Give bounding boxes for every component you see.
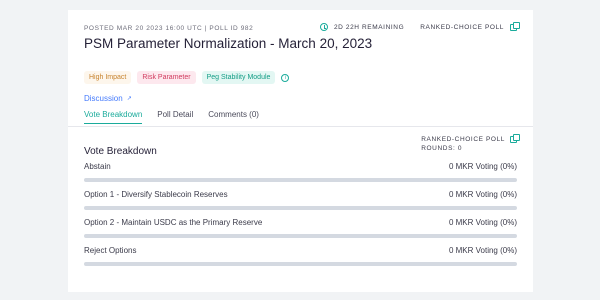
tag-list: High Impact Risk Parameter Peg Stability… bbox=[84, 71, 290, 84]
poll-card: POSTED MAR 20 2023 16:00 UTC | POLL ID 9… bbox=[68, 10, 533, 292]
option-label: Reject Options bbox=[84, 246, 137, 255]
time-remaining: 2D 22H REMAINING bbox=[333, 23, 405, 31]
breakdown-info-icon[interactable] bbox=[510, 134, 520, 143]
option-row-reject: Reject Options 0 MKR Voting (0%) bbox=[84, 246, 517, 266]
poll-meta: POSTED MAR 20 2023 16:00 UTC | POLL ID 9… bbox=[84, 25, 254, 32]
option-label: Option 2 - Maintain USDC as the Primary … bbox=[84, 218, 263, 227]
option-row-option-1: Option 1 - Diversify Stablecoin Reserves… bbox=[84, 190, 517, 210]
option-label: Abstain bbox=[84, 162, 111, 171]
poll-type-info-icon[interactable] bbox=[510, 21, 520, 31]
option-row-abstain: Abstain 0 MKR Voting (0%) bbox=[84, 162, 517, 182]
tab-bar: Vote Breakdown Poll Detail Comments (0) bbox=[84, 110, 259, 124]
poll-type-label: RANKED-CHOICE POLL bbox=[420, 23, 504, 31]
tag-peg-stability-module[interactable]: Peg Stability Module bbox=[201, 71, 276, 84]
option-label: Option 1 - Diversify Stablecoin Reserves bbox=[84, 190, 228, 199]
discussion-link[interactable]: Discussion ↗ bbox=[84, 94, 132, 103]
divider bbox=[68, 126, 533, 127]
option-value: 0 MKR Voting (0%) bbox=[448, 190, 517, 199]
option-progress-bar bbox=[84, 234, 517, 238]
option-value: 0 MKR Voting (0%) bbox=[448, 246, 517, 255]
rounds-count: ROUNDS: 0 bbox=[421, 145, 463, 152]
tab-vote-breakdown[interactable]: Vote Breakdown bbox=[84, 110, 143, 124]
vote-breakdown-meta: RANKED-CHOICE POLL ROUNDS: 0 bbox=[421, 134, 520, 152]
option-row-option-2: Option 2 - Maintain USDC as the Primary … bbox=[84, 218, 517, 238]
option-value: 0 MKR Voting (0%) bbox=[448, 218, 517, 227]
tab-poll-detail[interactable]: Poll Detail bbox=[157, 110, 193, 124]
tab-comments[interactable]: Comments (0) bbox=[208, 110, 259, 124]
vote-breakdown-title: Vote Breakdown bbox=[84, 146, 157, 157]
discussion-label: Discussion bbox=[84, 94, 123, 103]
option-progress-bar bbox=[84, 178, 517, 182]
option-value: 0 MKR Voting (0%) bbox=[448, 162, 517, 171]
info-icon[interactable]: i bbox=[281, 73, 290, 82]
poll-header: POSTED MAR 20 2023 16:00 UTC | POLL ID 9… bbox=[68, 10, 533, 124]
clock-icon bbox=[319, 23, 328, 31]
option-progress-bar bbox=[84, 262, 517, 266]
tag-risk-parameter[interactable]: Risk Parameter bbox=[137, 71, 196, 84]
external-link-icon: ↗ bbox=[126, 96, 132, 102]
tag-high-impact[interactable]: High Impact bbox=[84, 71, 132, 84]
option-progress-bar bbox=[84, 206, 517, 210]
breakdown-poll-type: RANKED-CHOICE POLL bbox=[421, 136, 505, 143]
page-title: PSM Parameter Normalization - March 20, … bbox=[84, 36, 373, 51]
poll-status: 2D 22H REMAINING RANKED-CHOICE POLL bbox=[319, 21, 520, 31]
